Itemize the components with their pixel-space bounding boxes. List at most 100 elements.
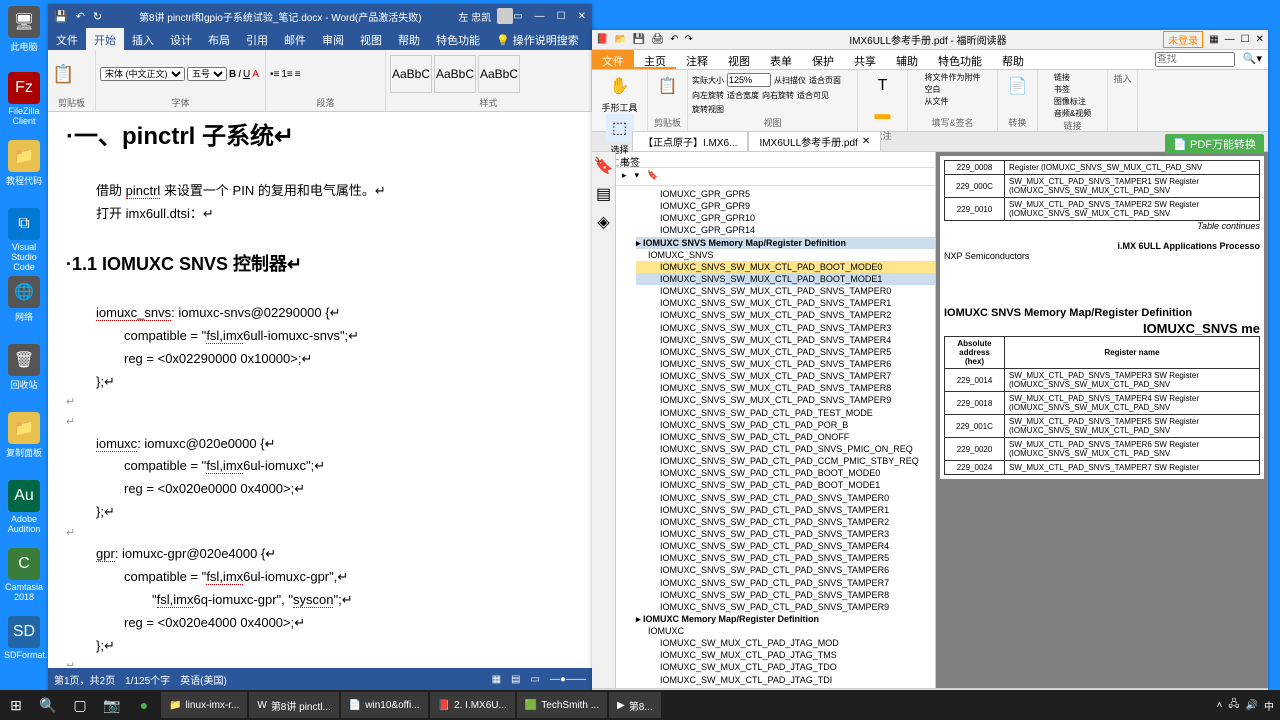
bookmark-item[interactable]: IOMUXC_SNVS_SW_PAD_CTL_PAD_TEST_MODE — [636, 407, 935, 419]
menu-insert[interactable]: 插入 — [124, 28, 162, 50]
bookmark-item[interactable]: IOMUXC_SNVS_SW_PAD_CTL_PAD_CCM_PMIC_STBY… — [636, 455, 935, 467]
desktop-icon[interactable]: ⧉Visual Studio Code — [4, 208, 44, 272]
user-avatar-icon[interactable] — [497, 8, 513, 24]
save-icon[interactable]: 💾 — [633, 34, 645, 45]
view-print-icon[interactable]: ▦ — [492, 674, 501, 685]
undo-icon[interactable]: ↶ — [670, 34, 678, 45]
layers-panel-icon[interactable]: ◈ — [597, 212, 609, 232]
bookmark-item[interactable]: IOMUXC — [636, 625, 935, 637]
redo-icon[interactable]: ↻ — [93, 10, 102, 23]
menu-references[interactable]: 引用 — [238, 28, 276, 50]
menu-mailings[interactable]: 邮件 — [276, 28, 314, 50]
bookmark-item[interactable]: IOMUXC_SNVS_SW_PAD_CTL_PAD_SNVS_TAMPER0 — [636, 492, 935, 504]
network-icon[interactable]: 🖧 — [1228, 697, 1239, 714]
volume-icon[interactable]: 🔊 — [1246, 700, 1258, 711]
desktop-icon[interactable]: AuAdobe Audition — [4, 480, 44, 534]
minimize-icon[interactable]: — — [535, 11, 545, 22]
menu-view[interactable]: 视图 — [718, 50, 760, 69]
minimize-icon[interactable]: — — [1225, 34, 1235, 45]
print-icon[interactable]: 🖨 — [651, 34, 664, 45]
bookmark-item[interactable]: IOMUXC_SNVS_SW_PAD_CTL_PAD_BOOT_MODE0 — [636, 467, 935, 479]
pdf-convert-banner[interactable]: 📄 PDF万能转换 — [1165, 134, 1264, 154]
style-box-1[interactable]: AaBbC — [390, 55, 432, 93]
ribbon-options-icon[interactable]: ▭ — [513, 11, 522, 22]
bookmark-item[interactable]: IOMUXC_SNVS_SW_PAD_CTL_PAD_POR_B — [636, 419, 935, 431]
actual-size-button[interactable]: 实际大小 — [692, 75, 724, 86]
foxit-titlebar[interactable]: 📕 📂 💾 🖨 ↶ ↷ IMX6ULL参考手册.pdf - 福昕阅读器 未登录 … — [592, 30, 1268, 50]
desktop-icon[interactable]: 🖥此电脑 — [4, 6, 44, 53]
bookmark-item[interactable]: IOMUXC_SW_MUX_CTL_PAD_JTAG_TMS — [636, 649, 935, 661]
new-bookmark-icon[interactable]: 🔖 — [647, 170, 658, 183]
menu-protect[interactable]: 保护 — [802, 50, 844, 69]
menu-accessibility[interactable]: 辅助 — [886, 50, 928, 69]
fit-page-button[interactable]: 适合页面 — [809, 75, 841, 86]
bookmark-item[interactable]: IOMUXC_SNVS_SW_PAD_CTL_PAD_SNVS_TAMPER8 — [636, 589, 935, 601]
menu-help[interactable]: 帮助 — [390, 28, 428, 50]
maximize-icon[interactable]: ☐ — [557, 11, 566, 22]
bookmark-item[interactable]: IOMUXC_SNVS_SW_PAD_CTL_PAD_SNVS_TAMPER4 — [636, 540, 935, 552]
close-icon[interactable]: ✕ — [578, 11, 586, 22]
word-count[interactable]: 1/125个字 — [125, 672, 170, 687]
save-icon[interactable]: 💾 — [54, 10, 68, 23]
file-attach-button[interactable]: 将文件作为附件 — [925, 72, 981, 83]
page-count[interactable]: 第1页，共2页 — [54, 672, 115, 687]
from-file-button[interactable]: 从文件 — [925, 96, 949, 107]
rotate-right-button[interactable]: 向右旋转 — [762, 90, 794, 101]
taskbar-item[interactable]: 📁 linux-imx-r... — [161, 692, 247, 718]
language[interactable]: 英语(美国) — [180, 672, 227, 687]
menu-design[interactable]: 设计 — [162, 28, 200, 50]
desktop-icon[interactable]: SDSDFormat... — [4, 616, 44, 660]
open-icon[interactable]: 📂 — [614, 34, 626, 45]
taskbar-item[interactable]: 🟩 TechSmith ... — [517, 692, 607, 718]
zoom-slider[interactable]: —●—— — [550, 674, 586, 685]
start-button[interactable]: ⊞ — [0, 690, 32, 720]
bookmark-item[interactable]: IOMUXC_SNVS_SW_MUX_CTL_PAD_BOOT_MODE0 — [636, 261, 935, 273]
menu-features[interactable]: 特色功能 — [428, 28, 488, 50]
user-name[interactable]: 左 忠凯 — [458, 9, 491, 24]
scanner-button[interactable]: 从扫描仪 — [774, 75, 806, 86]
login-button[interactable]: 未登录 — [1163, 31, 1203, 48]
fit-width-button[interactable]: 适合宽度 — [727, 90, 759, 101]
fit-visible-button[interactable]: 适合可见 — [797, 90, 829, 101]
bookmark-item[interactable]: IOMUXC_GPR_GPR10 — [636, 212, 935, 224]
bookmark-item[interactable]: IOMUXC_SNVS_SW_PAD_CTL_PAD_SNVS_TAMPER6 — [636, 564, 935, 576]
rotate-left-button[interactable]: 向左旋转 — [692, 90, 724, 101]
bookmark-item[interactable]: IOMUXC_SNVS_SW_PAD_CTL_PAD_SNVS_TAMPER7 — [636, 577, 935, 589]
find-input[interactable] — [1155, 52, 1235, 67]
menu-home[interactable]: 开始 — [86, 28, 124, 50]
tray-up-icon[interactable]: ˄ — [1217, 700, 1223, 711]
bookmark-item[interactable]: IOMUXC_SNVS_SW_PAD_CTL_PAD_SNVS_TAMPER5 — [636, 552, 935, 564]
bookmark-item[interactable]: IOMUXC_SNVS_SW_MUX_CTL_PAD_SNVS_TAMPER9 — [636, 394, 935, 406]
bookmark-item[interactable]: IOMUXC_SW_MUX_CTL_PAD_JTAG_TCK — [636, 686, 935, 688]
font-size-select[interactable]: 五号 — [187, 67, 227, 81]
system-tray[interactable]: ˄ 🖧 🔊 中 — [1217, 697, 1280, 714]
bookmark-item[interactable]: IOMUXC_SNVS_SW_PAD_CTL_PAD_SNVS_PMIC_ON_… — [636, 443, 935, 455]
menu-help[interactable]: 帮助 — [992, 50, 1034, 69]
bookmark-item[interactable]: IOMUXC_SNVS_SW_MUX_CTL_PAD_SNVS_TAMPER4 — [636, 334, 935, 346]
search-icon[interactable]: 🔍 — [32, 690, 64, 720]
desktop-icon[interactable]: 🌐网络 — [4, 276, 44, 323]
doc-tab-1[interactable]: 【正点原子】I.MX6... — [632, 131, 748, 152]
menu-file[interactable]: 文件 — [592, 50, 634, 69]
bookmark-item[interactable]: ▸ IOMUXC SNVS Memory Map/Register Defini… — [636, 237, 935, 249]
desktop-icon[interactable]: FzFileZilla Client — [4, 72, 44, 126]
bookmark-item[interactable]: IOMUXC_SNVS_SW_MUX_CTL_PAD_SNVS_TAMPER2 — [636, 309, 935, 321]
bookmark-item[interactable]: ▸ IOMUXC Memory Map/Register Definition — [636, 613, 935, 625]
taskbar-item[interactable]: 📄 win10&offi... — [341, 692, 428, 718]
desktop-icon[interactable]: 📁教程代码 — [4, 140, 44, 187]
bookmark-item[interactable]: IOMUXC_SNVS_SW_PAD_CTL_PAD_SNVS_TAMPER9 — [636, 601, 935, 613]
bookmark-item[interactable]: IOMUXC_SNVS — [636, 249, 935, 261]
foxit-page-view[interactable]: 229_0008Register (IOMUXC_SNVS_SW_MUX_CTL… — [936, 152, 1268, 688]
bookmark-item[interactable]: IOMUXC_SNVS_SW_MUX_CTL_PAD_BOOT_MODE1 — [636, 273, 935, 285]
desktop-icon[interactable]: 🗑回收站 — [4, 344, 44, 391]
bold-button[interactable]: B — [229, 69, 236, 80]
menu-file[interactable]: 文件 — [48, 28, 86, 50]
style-box-2[interactable]: AaBbC — [434, 55, 476, 93]
align-left-button[interactable]: ≡ — [295, 69, 301, 80]
menu-features[interactable]: 特色功能 — [928, 50, 992, 69]
clipboard-icon[interactable]: 📋 — [654, 72, 682, 100]
word-document[interactable]: ·一、pinctrl 子系统↵ 借助 pinctrl 来设置一个 PIN 的复用… — [48, 112, 592, 666]
taskbar-item[interactable]: ▶ 第8... — [609, 692, 661, 718]
expand-icon[interactable]: ▸ — [622, 170, 627, 183]
highlight-icon[interactable]: ▬ — [869, 101, 897, 129]
